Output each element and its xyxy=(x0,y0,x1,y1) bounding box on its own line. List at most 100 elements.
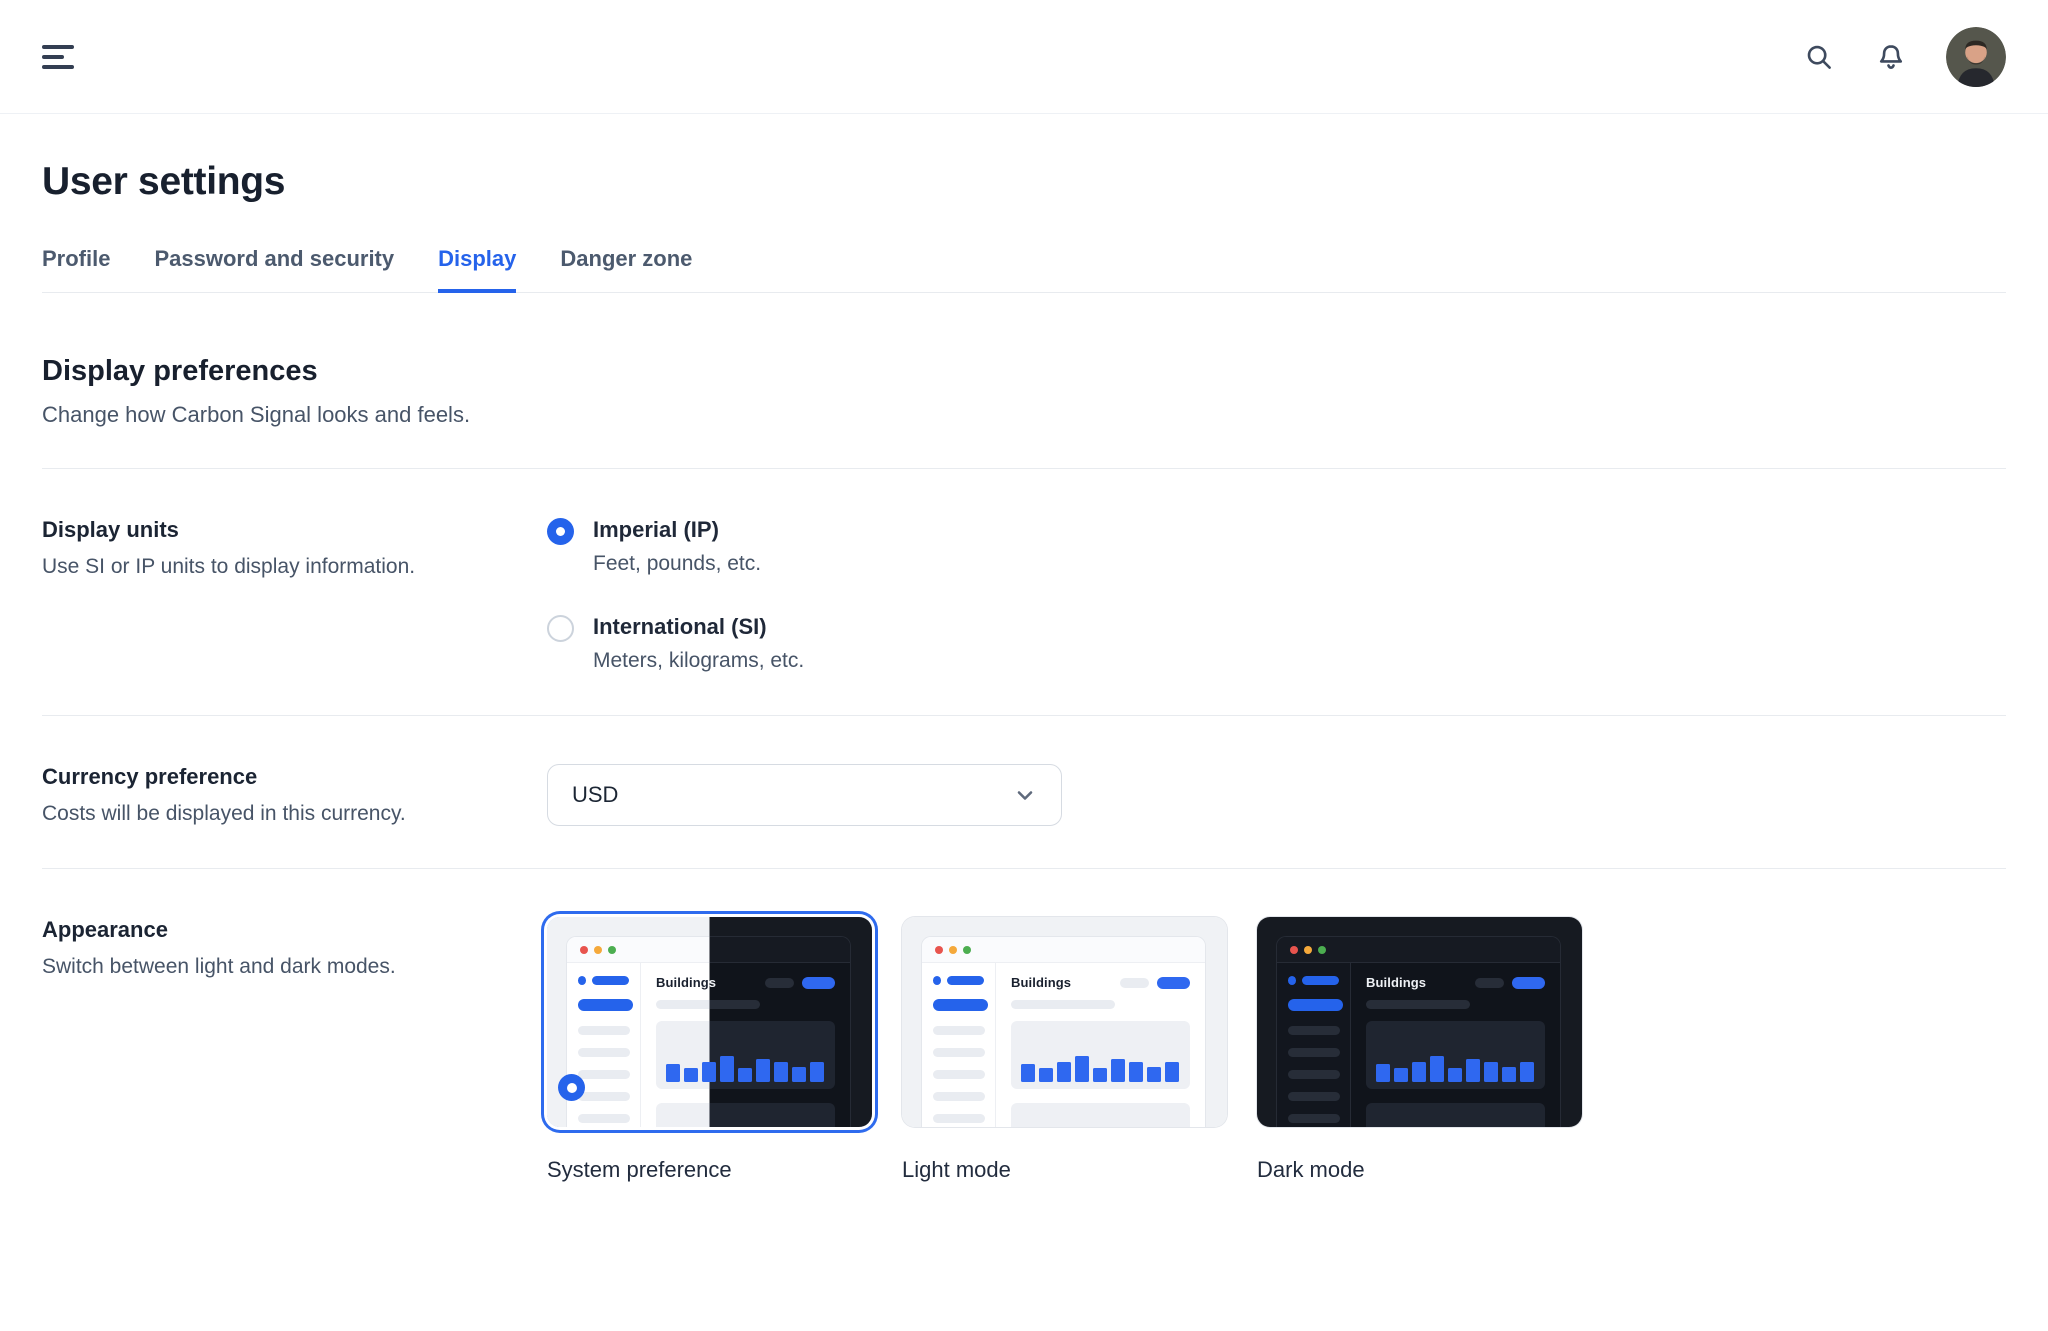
radio-selected-icon[interactable] xyxy=(547,518,574,545)
mini-logo xyxy=(1288,976,1339,985)
mini-sidebar xyxy=(567,963,641,1127)
mini-secondary-button xyxy=(1120,977,1149,988)
appearance-description: Switch between light and dark modes. xyxy=(42,955,396,978)
settings-page: User settings Profile Password and securi… xyxy=(0,160,2048,1225)
radio-texts: Imperial (IP) Feet, pounds, etc. xyxy=(593,517,761,576)
appearance-caption: Light mode xyxy=(902,1157,1011,1182)
appearance-caption: Dark mode xyxy=(1257,1157,1365,1182)
currency-description: Costs will be displayed in this currency… xyxy=(42,802,406,825)
mini-main-area: Buildings xyxy=(996,963,1205,1127)
display-units-row: Display units Use SI or IP units to disp… xyxy=(42,469,2006,716)
settings-tabs: Profile Password and security Display Dange… xyxy=(42,246,2006,293)
radio-sublabel: Meters, kilograms, etc. xyxy=(593,649,805,672)
mini-logo-bar xyxy=(592,976,629,985)
mini-main-area: Buildings xyxy=(1351,963,1560,1127)
mini-chart-panel xyxy=(1011,1021,1190,1089)
mini-logo-bar xyxy=(947,976,984,985)
appearance-row: Appearance Switch between light and dark… xyxy=(42,869,2006,1225)
radio-label: International (SI) xyxy=(593,614,767,639)
radio-unselected-icon[interactable] xyxy=(547,615,574,642)
mini-nav-item xyxy=(933,1026,985,1035)
traffic-light-red xyxy=(1290,945,1298,954)
currency-select-value: USD xyxy=(572,782,619,807)
search-icon[interactable] xyxy=(1802,40,1836,74)
radio-texts: International (SI) Meters, kilograms, etc… xyxy=(593,614,804,673)
appearance-options: BuildingsBuildingsSystem preferenceBuild… xyxy=(547,917,2006,1183)
mini-logo xyxy=(933,976,984,985)
mini-app-window: Buildings xyxy=(922,937,1205,1127)
mini-chart-bar xyxy=(1466,1059,1480,1082)
mini-header-row: Buildings xyxy=(1011,975,1190,990)
mini-primary-button xyxy=(1157,976,1190,989)
currency-select[interactable]: USD xyxy=(547,764,1062,826)
radio-option-imperial-ip[interactable]: Imperial (IP) Feet, pounds, etc. xyxy=(547,517,2006,576)
mini-window-body: Buildings xyxy=(1277,963,1560,1127)
tab-profile[interactable]: Profile xyxy=(42,246,110,293)
mini-chart-bar xyxy=(1394,1068,1408,1082)
appearance-option-light-mode[interactable]: Buildings Light mode xyxy=(902,917,1227,1183)
mini-content-panel xyxy=(1366,1103,1545,1127)
currency-labels: Currency preference Costs will be displa… xyxy=(42,764,547,826)
mini-nav-item xyxy=(933,1048,985,1057)
mini-titlebar xyxy=(922,937,1205,963)
avatar[interactable] xyxy=(1946,26,2006,87)
mini-nav-item xyxy=(578,1114,630,1123)
radio-label: Imperial (IP) xyxy=(593,517,719,542)
mini-content-panel xyxy=(1011,1103,1190,1127)
mini-app-window: Buildings xyxy=(1277,937,1560,1127)
appearance-preview-dark[interactable]: Buildings xyxy=(1257,917,1582,1127)
appearance-preview-light[interactable]: Buildings xyxy=(902,917,1227,1127)
mini-nav-item xyxy=(578,1026,630,1035)
traffic-light-red xyxy=(580,945,588,954)
mini-chart-bar xyxy=(1057,1062,1071,1082)
appearance-preview-split[interactable]: BuildingsBuildings xyxy=(547,917,872,1127)
mini-chart-bar xyxy=(1484,1062,1498,1082)
appearance-caption: System preference xyxy=(547,1157,732,1182)
mini-chart-bar xyxy=(1502,1067,1516,1082)
mini-window-title: Buildings xyxy=(1011,975,1072,990)
mini-header-pills xyxy=(765,976,835,989)
mini-nav-item-active xyxy=(933,999,988,1011)
mini-chart-bars xyxy=(1021,1056,1179,1082)
mini-nav-item xyxy=(1288,1114,1340,1123)
display-units-description: Use SI or IP units to display informatio… xyxy=(42,555,416,578)
mini-logo-dot xyxy=(578,976,587,985)
top-bar xyxy=(0,0,2048,114)
mini-chart-bar xyxy=(1376,1064,1390,1082)
mini-header-pills xyxy=(1120,976,1190,989)
mini-nav-item xyxy=(933,1070,985,1079)
topbar-actions xyxy=(1802,26,2006,87)
mini-nav-item xyxy=(933,1114,985,1123)
mini-chart-bar xyxy=(720,1056,734,1082)
appearance-option-system-preference[interactable]: BuildingsBuildings System preference xyxy=(547,917,872,1183)
traffic-light-red xyxy=(935,945,943,954)
mini-header-pills xyxy=(1475,976,1545,989)
mini-chart-bar xyxy=(1093,1068,1107,1082)
mini-nav-item xyxy=(578,1070,630,1079)
appearance-label: Appearance xyxy=(42,917,168,942)
mini-header-row: Buildings xyxy=(1366,975,1545,990)
mini-primary-button xyxy=(1512,976,1545,989)
preview-layer-light: Buildings xyxy=(902,917,1227,1127)
tab-danger-zone[interactable]: Danger zone xyxy=(560,246,692,293)
traffic-light-green xyxy=(1318,945,1326,954)
mini-nav-item xyxy=(578,1092,630,1101)
appearance-option-dark-mode[interactable]: Buildings Dark mode xyxy=(1257,917,1582,1183)
chevron-down-icon xyxy=(1017,791,1033,800)
mini-chart-bar xyxy=(792,1067,806,1082)
mini-chart-bar xyxy=(1129,1062,1143,1082)
currency-row: Currency preference Costs will be displa… xyxy=(42,716,2006,869)
hamburger-icon[interactable] xyxy=(42,44,74,69)
mini-titlebar xyxy=(1277,937,1560,963)
mini-secondary-button xyxy=(1475,977,1504,988)
radio-option-international-si[interactable]: International (SI) Meters, kilograms, etc… xyxy=(547,614,2006,673)
mini-primary-button xyxy=(802,976,835,989)
bell-icon[interactable] xyxy=(1874,40,1908,74)
mini-nav-item xyxy=(1288,1070,1340,1079)
mini-logo-dot xyxy=(1288,976,1297,985)
mini-chart-bar xyxy=(1520,1062,1534,1082)
tab-password-and-security[interactable]: Password and security xyxy=(154,246,394,293)
tab-display[interactable]: Display xyxy=(438,246,517,293)
mini-chart-bar xyxy=(1111,1059,1125,1082)
mini-nav-item xyxy=(578,1048,630,1057)
